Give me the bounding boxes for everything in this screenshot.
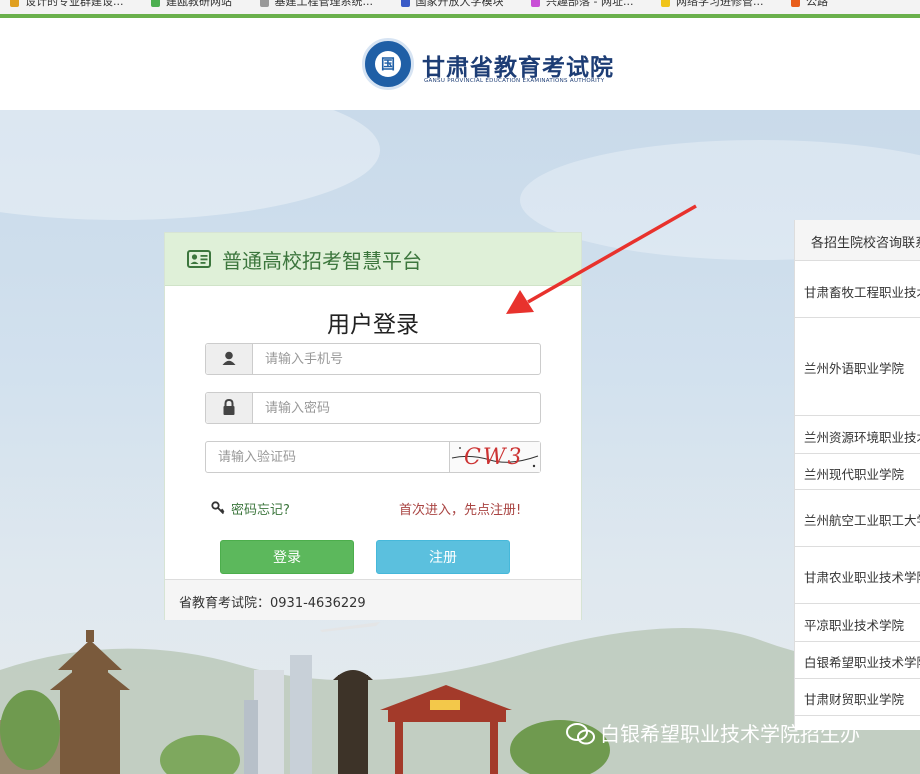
wechat-watermark: 白银希望职业技术学院招生办 [600, 722, 860, 746]
annotation-arrow-icon [506, 204, 697, 314]
wechat-icon [566, 723, 595, 745]
